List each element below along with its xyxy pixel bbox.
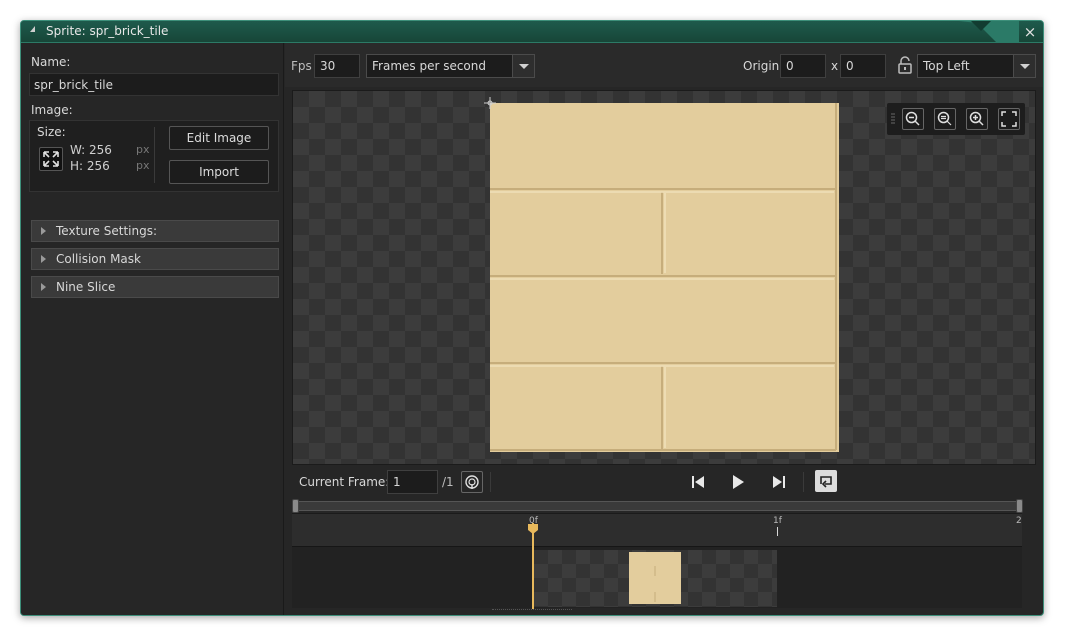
onion-skin-icon bbox=[465, 475, 479, 489]
import-button[interactable]: Import bbox=[169, 160, 269, 184]
separator bbox=[490, 472, 491, 492]
origin-crosshair-icon[interactable] bbox=[484, 97, 496, 109]
dropdown-arrow-icon[interactable] bbox=[512, 55, 534, 77]
tick-mark bbox=[777, 527, 778, 536]
zoom-toolbar bbox=[887, 103, 1025, 135]
play-icon bbox=[733, 475, 744, 489]
first-frame-button[interactable] bbox=[687, 471, 709, 493]
section-collision-mask[interactable]: Collision Mask bbox=[31, 248, 279, 270]
speed-mode-dropdown[interactable]: Frames per second bbox=[366, 54, 535, 78]
tick-label: 1f bbox=[773, 516, 782, 526]
dropdown-arrow-icon[interactable] bbox=[1013, 55, 1035, 77]
zoom-reset-icon bbox=[937, 111, 952, 126]
speed-mode-value: Frames per second bbox=[372, 59, 486, 73]
fps-input[interactable]: 30 bbox=[314, 54, 360, 78]
last-frame-button[interactable] bbox=[768, 471, 790, 493]
loop-toggle-button[interactable] bbox=[815, 470, 837, 492]
skip-back-icon bbox=[692, 476, 704, 488]
fullscreen-icon bbox=[1001, 111, 1017, 127]
timeline-ruler[interactable]: 0f 1f 2 bbox=[292, 513, 1022, 546]
frame-thumbnail bbox=[629, 552, 681, 604]
origin-x-input[interactable]: 0 bbox=[780, 54, 826, 78]
range-end-handle[interactable] bbox=[1016, 499, 1023, 513]
zoom-out-button[interactable] bbox=[902, 108, 924, 130]
section-nine-slice[interactable]: Nine Slice bbox=[31, 276, 279, 298]
sprite-editor-window: Sprite: spr_brick_tile × Name: spr_brick… bbox=[20, 20, 1044, 616]
sprite-toolbar: Fps 30 Frames per second Origin 0 x 0 To… bbox=[285, 43, 1043, 87]
expand-arrow-icon bbox=[41, 227, 46, 235]
fps-label: Fps bbox=[291, 59, 312, 73]
origin-preset-value: Top Left bbox=[923, 59, 970, 73]
zoom-out-icon bbox=[905, 111, 920, 126]
tick-label: 2 bbox=[1016, 516, 1022, 526]
resize-icon[interactable] bbox=[39, 147, 63, 171]
total-frames: /1 bbox=[442, 475, 454, 489]
section-texture-settings[interactable]: Texture Settings: bbox=[31, 220, 279, 242]
expand-arrow-icon bbox=[41, 283, 46, 291]
playback-bar: Current Frame: 1 /1 bbox=[292, 467, 1036, 497]
properties-panel: Name: spr_brick_tile Image: Size: W: 256… bbox=[21, 43, 284, 615]
timeline-range-bar[interactable] bbox=[294, 501, 1022, 511]
title-notch-decoration bbox=[959, 21, 1019, 43]
onion-skin-button[interactable] bbox=[461, 471, 483, 493]
title-bar[interactable]: Sprite: spr_brick_tile × bbox=[21, 21, 1043, 43]
size-label: Size: bbox=[37, 125, 66, 139]
collapse-triangle-icon[interactable] bbox=[30, 26, 35, 32]
playhead-line[interactable] bbox=[532, 523, 534, 609]
current-frame-label: Current Frame: bbox=[299, 475, 390, 489]
origin-separator: x bbox=[831, 59, 839, 73]
height-value: H: 256 bbox=[70, 159, 110, 173]
origin-preset-dropdown[interactable]: Top Left bbox=[917, 54, 1036, 78]
brick-tile-sprite bbox=[490, 103, 839, 452]
section-label: Texture Settings: bbox=[56, 224, 158, 238]
zoom-reset-button[interactable] bbox=[934, 108, 956, 130]
zoom-in-icon bbox=[969, 111, 984, 126]
current-frame-input[interactable]: 1 bbox=[387, 470, 438, 494]
window-title: Sprite: spr_brick_tile bbox=[46, 24, 169, 38]
sprite-name-input[interactable]: spr_brick_tile bbox=[29, 73, 279, 96]
name-label: Name: bbox=[31, 55, 71, 69]
zoom-in-button[interactable] bbox=[966, 108, 988, 130]
section-label: Collision Mask bbox=[56, 252, 141, 266]
edit-image-button[interactable]: Edit Image bbox=[169, 126, 269, 150]
origin-y-input[interactable]: 0 bbox=[840, 54, 886, 78]
range-start-handle[interactable] bbox=[292, 499, 299, 513]
resize-grip[interactable] bbox=[492, 609, 572, 612]
width-unit: px bbox=[136, 143, 150, 156]
skip-forward-icon bbox=[773, 476, 785, 488]
separator bbox=[803, 472, 804, 492]
width-value: W: 256 bbox=[70, 143, 112, 157]
origin-label: Origin bbox=[743, 59, 780, 73]
fit-to-screen-button[interactable] bbox=[998, 108, 1020, 130]
height-unit: px bbox=[136, 159, 150, 172]
size-divider bbox=[154, 127, 155, 183]
frame-cell[interactable] bbox=[534, 550, 777, 607]
timeline-tracks[interactable] bbox=[292, 546, 1022, 608]
image-size-box: Size: W: 256 H: 256 px px Edit Image Imp… bbox=[29, 120, 279, 192]
unlock-icon[interactable] bbox=[897, 56, 913, 74]
drag-grip-icon[interactable] bbox=[891, 113, 895, 125]
loop-icon bbox=[820, 476, 832, 488]
sprite-canvas[interactable] bbox=[292, 90, 1036, 465]
close-button[interactable]: × bbox=[1021, 23, 1039, 41]
image-label: Image: bbox=[31, 103, 73, 117]
expand-arrow-icon bbox=[41, 255, 46, 263]
play-button[interactable] bbox=[727, 471, 749, 493]
section-label: Nine Slice bbox=[56, 280, 116, 294]
